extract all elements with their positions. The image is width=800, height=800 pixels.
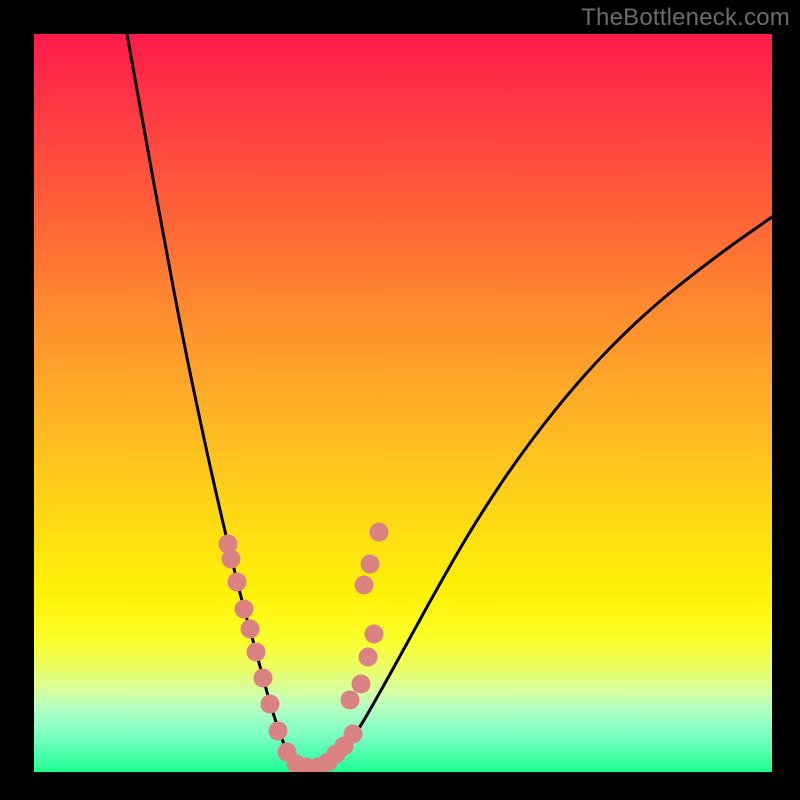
data-point-marker <box>344 725 363 744</box>
data-point-marker <box>370 523 389 542</box>
plot-area <box>34 34 772 772</box>
data-point-marker <box>241 620 260 639</box>
data-point-marker <box>222 550 241 569</box>
data-point-marker <box>254 669 273 688</box>
bottleneck-curve <box>34 34 772 772</box>
data-point-marker <box>341 691 360 710</box>
data-point-marker <box>235 600 254 619</box>
data-point-marker <box>269 722 288 741</box>
chart-frame: TheBottleneck.com <box>0 0 800 800</box>
data-point-marker <box>361 555 380 574</box>
data-point-marker <box>359 648 378 667</box>
data-point-marker <box>365 625 384 644</box>
data-point-marker <box>355 576 374 595</box>
data-point-marker <box>228 573 247 592</box>
data-point-marker <box>352 675 371 694</box>
watermark-text: TheBottleneck.com <box>581 4 790 32</box>
curve-line <box>127 34 772 766</box>
data-point-marker <box>261 695 280 714</box>
data-point-marker <box>247 643 266 662</box>
